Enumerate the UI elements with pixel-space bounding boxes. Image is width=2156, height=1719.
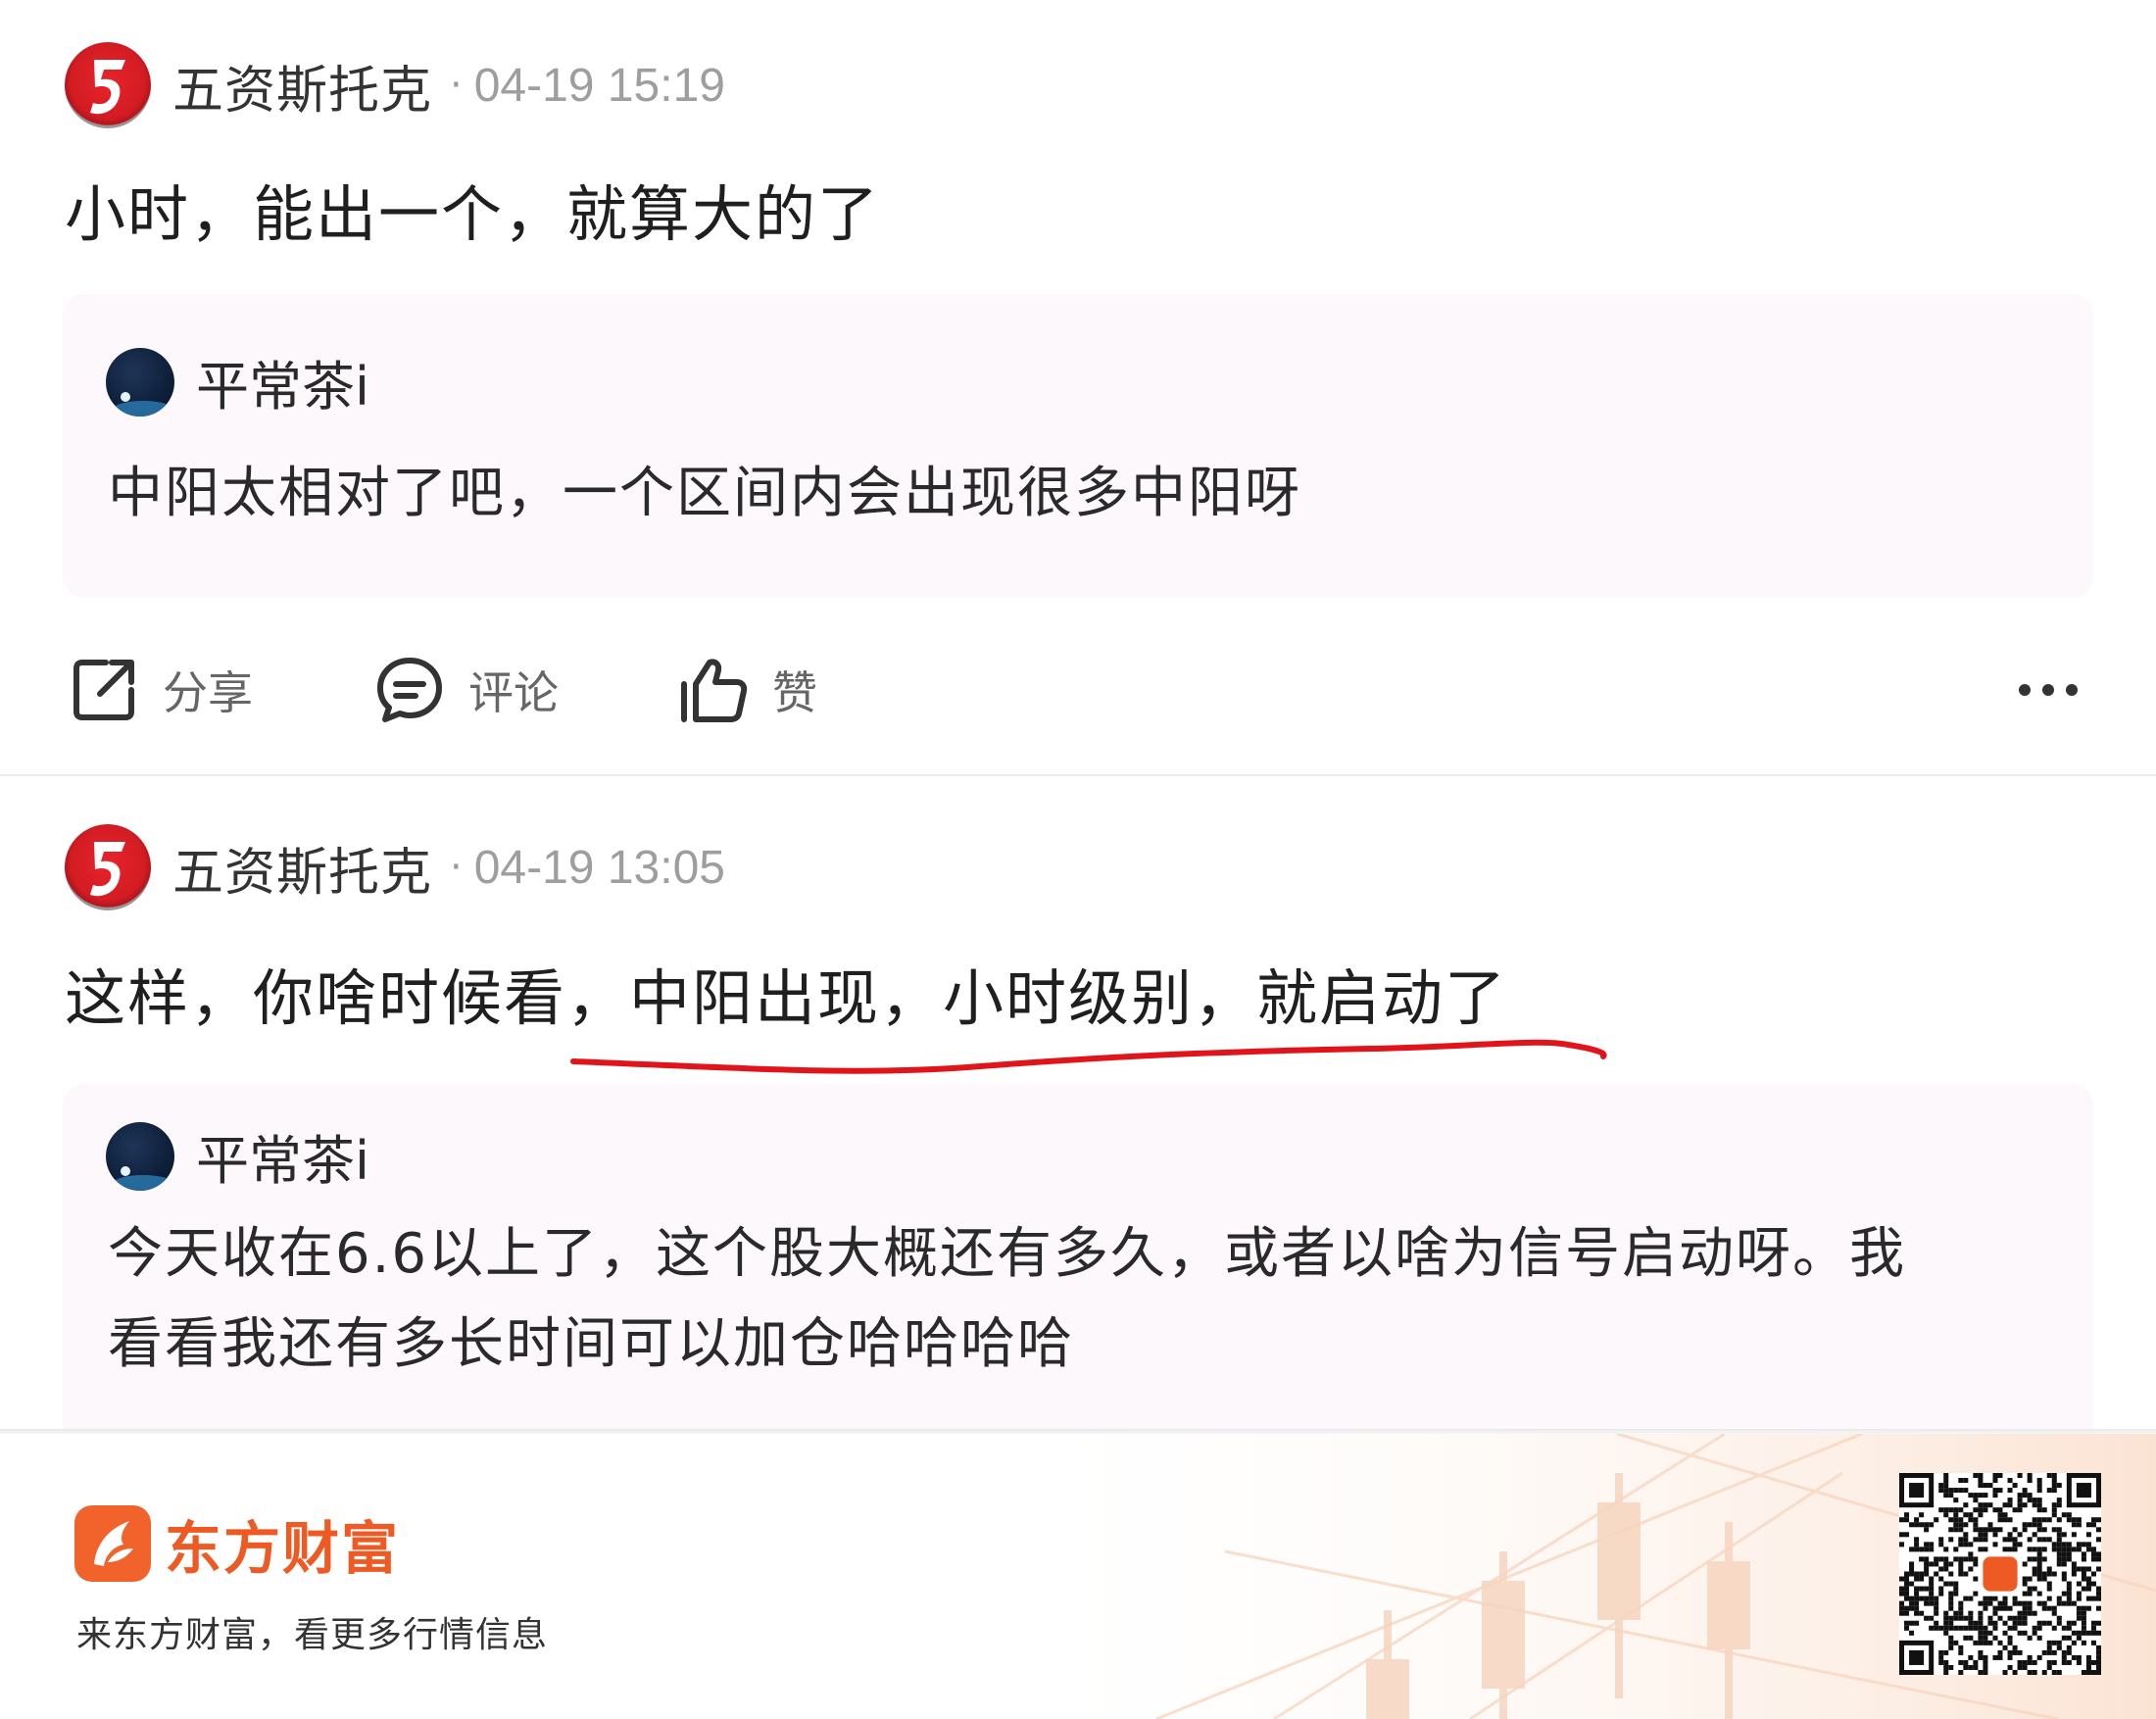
comment-post: 五资斯托克 · 04-19 15:19 小时，能出一个，就算大的了 平常茶i 中… — [0, 0, 2156, 774]
quoted-author-avatar[interactable] — [106, 347, 174, 417]
logo-s-icon — [90, 60, 125, 115]
action-bar: 分享 评论 赞 — [0, 637, 2156, 745]
author-avatar[interactable] — [65, 42, 151, 128]
promo-slogan: 来东方财富，看更多行情信息 — [76, 1615, 549, 1655]
post-header: 五资斯托克 · 04-19 15:19 — [65, 41, 725, 129]
quoted-comment[interactable]: 平常茶i 今天收在6.6以上了，这个股大概还有多久，或者以啥为信号启动呀。我 看… — [63, 1084, 2093, 1434]
quoted-text-line: 中阳太相对了吧，一个区间内会出现很多中阳呀 — [108, 462, 1301, 525]
author-name[interactable]: 五资斯托克 — [172, 49, 432, 123]
quoted-text-line: 今天收在6.6以上了，这个股大概还有多久，或者以啥为信号启动呀。我 — [108, 1222, 1907, 1286]
comment-icon — [377, 658, 442, 722]
quoted-text-line: 看看我还有多长时间可以加仓哈哈哈哈 — [108, 1312, 1074, 1376]
quoted-comment[interactable]: 平常茶i 中阳太相对了吧，一个区间内会出现很多中阳呀 — [63, 294, 2093, 598]
post-time: 04-19 15:19 — [473, 59, 725, 112]
quoted-text: 今天收在6.6以上了，这个股大概还有多久，或者以啥为信号启动呀。我 看看我还有多… — [108, 1209, 1906, 1390]
quoted-author-name[interactable]: 平常茶i — [196, 343, 369, 420]
brand-name: 东方财富 — [165, 1515, 401, 1582]
thumbs-up-icon — [681, 659, 748, 722]
like-label: 赞 — [772, 666, 817, 719]
quoted-author-avatar[interactable] — [106, 1121, 174, 1191]
quoted-author-row: 平常茶i — [106, 1117, 369, 1195]
share-icon — [74, 660, 134, 720]
brand-row: 东方财富 — [74, 1502, 400, 1585]
eastmoney-logo-icon — [74, 1505, 151, 1582]
qr-code[interactable] — [1899, 1473, 2101, 1675]
quoted-author-name[interactable]: 平常茶i — [196, 1117, 369, 1195]
quoted-text: 中阳太相对了吧，一个区间内会出现很多中阳呀 — [108, 449, 1301, 539]
comment-label: 评论 — [468, 666, 559, 719]
post-divider — [0, 774, 2156, 776]
comment-button[interactable]: 评论 — [374, 655, 559, 725]
quoted-author-row: 平常茶i — [106, 343, 369, 420]
red-underline-annotation — [570, 1039, 1607, 1074]
more-options-icon[interactable] — [2019, 684, 2089, 696]
like-button[interactable]: 赞 — [678, 655, 817, 725]
comment-post: 五资斯托克 · 04-19 13:05 这样，你啥时候看，中阳出现，小时级别，就… — [0, 782, 2156, 1434]
app-promo-footer: 东方财富 来东方财富，看更多行情信息 — [0, 1434, 2156, 1719]
post-text: 小时，能出一个，就算大的了 — [65, 178, 881, 250]
separator-dot: · — [450, 63, 463, 108]
share-button[interactable]: 分享 — [69, 655, 253, 725]
share-label: 分享 — [163, 666, 253, 719]
